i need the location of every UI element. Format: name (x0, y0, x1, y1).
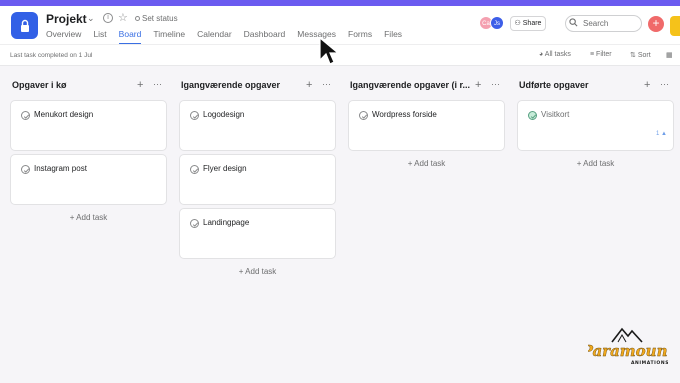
task-card[interactable]: Flyer design (179, 154, 336, 205)
paramount-animations-logo: Paramount ANIMATIONS (588, 327, 668, 366)
project-app-icon[interactable] (11, 12, 38, 39)
add-task-label: Add task (76, 213, 108, 222)
search-input[interactable]: Search (565, 15, 642, 32)
check-circle-icon[interactable] (190, 165, 199, 174)
task-title: Landingpage (203, 218, 250, 227)
like-count[interactable]: 1 ▲ (656, 131, 667, 137)
tab-calendar[interactable]: Calendar (197, 29, 232, 44)
upgrade-button[interactable] (670, 16, 680, 36)
tab-dashboard[interactable]: Dashboard (244, 29, 286, 44)
task-card[interactable]: Visitkort 1 ▲ (517, 100, 674, 151)
filter-button[interactable]: ≡ Filter (590, 51, 612, 58)
column-add-icon[interactable]: + (137, 79, 143, 91)
task-card[interactable]: Wordpress forside (348, 100, 505, 151)
task-title: Flyer design (203, 164, 247, 173)
task-card[interactable]: Landingpage (179, 208, 336, 259)
column-more-icon[interactable]: ··· (322, 79, 331, 89)
mouse-cursor-icon (319, 36, 340, 65)
chevron-down-icon[interactable]: ⌄ (87, 13, 95, 24)
thumbs-up-icon: ▲ (661, 131, 667, 137)
project-title[interactable]: Projekt (46, 12, 87, 26)
column-title[interactable]: Udførte opgaver (519, 80, 589, 90)
column-add-icon[interactable]: + (475, 79, 481, 91)
add-task-button[interactable]: + Add task (179, 267, 336, 276)
task-title: Wordpress forside (372, 110, 437, 119)
tab-overview[interactable]: Overview (46, 29, 81, 44)
column-more-icon[interactable]: ··· (153, 79, 162, 89)
add-task-label: Add task (414, 159, 446, 168)
check-circle-icon[interactable] (190, 219, 199, 228)
create-button[interactable]: + (648, 16, 664, 32)
task-card[interactable]: Menukort design (10, 100, 167, 151)
star-icon[interactable]: ☆ (118, 11, 128, 24)
column-more-icon[interactable]: ··· (660, 79, 669, 89)
status-dot-icon (135, 16, 140, 21)
avatar[interactable]: Js (490, 16, 504, 30)
task-card[interactable]: Instagram post (10, 154, 167, 205)
task-title: Menukort design (34, 110, 94, 119)
column-title[interactable]: Igangværende opgaver (181, 80, 280, 90)
like-count-value: 1 (656, 131, 660, 137)
column-title[interactable]: Igangværende opgaver (i r... (350, 80, 470, 90)
filter-label: Filter (596, 51, 612, 58)
tab-list[interactable]: List (93, 29, 106, 44)
board: Opgaver i kø + ··· Menukort design Insta… (0, 67, 680, 383)
people-icon: ⚇ (514, 20, 521, 27)
share-label: Share (522, 20, 542, 27)
last-task-text: Last task completed on 1 Jul (10, 52, 93, 59)
check-circle-icon[interactable] (21, 111, 30, 120)
set-status-button[interactable]: Set status (135, 14, 178, 23)
sort-icon: ⇅ (630, 52, 636, 59)
tab-board[interactable]: Board (118, 29, 142, 44)
sort-button[interactable]: ⇅ Sort (630, 51, 651, 59)
check-circle-icon[interactable] (359, 111, 368, 120)
add-task-button[interactable]: + Add task (517, 159, 674, 168)
column-more-icon[interactable]: ··· (491, 79, 500, 89)
check-circle-icon[interactable] (21, 165, 30, 174)
task-card[interactable]: Logodesign (179, 100, 336, 151)
info-icon[interactable]: i (103, 13, 113, 23)
svg-text:Paramount: Paramount (588, 342, 668, 360)
check-circle-icon[interactable] (190, 111, 199, 120)
set-status-label: Set status (142, 14, 178, 23)
all-tasks-button[interactable]: ◕ All tasks (539, 51, 571, 58)
lock-icon (20, 19, 29, 32)
tab-files[interactable]: Files (384, 29, 402, 44)
check-circle-icon[interactable] (528, 111, 537, 120)
task-title: Visitkort (541, 110, 570, 119)
sort-label: Sort (637, 52, 651, 59)
add-task-button[interactable]: + Add task (10, 213, 167, 222)
column-title[interactable]: Opgaver i kø (12, 80, 67, 90)
add-task-label: Add task (583, 159, 615, 168)
tab-timeline[interactable]: Timeline (153, 29, 185, 44)
add-task-label: Add task (245, 267, 277, 276)
member-avatars[interactable]: Ca Js (479, 16, 509, 30)
column-add-icon[interactable]: + (306, 79, 312, 91)
group-icon[interactable]: ▦ (666, 51, 673, 59)
column-add-icon[interactable]: + (644, 79, 650, 91)
project-tabs: Overview List Board Timeline Calendar Da… (46, 29, 414, 44)
all-tasks-label: All tasks (544, 51, 571, 58)
task-title: Instagram post (34, 164, 87, 173)
svg-text:ANIMATIONS: ANIMATIONS (631, 360, 668, 366)
task-title: Logodesign (203, 110, 245, 119)
share-button[interactable]: ⚇ Share (510, 16, 546, 31)
filter-icon: ≡ (590, 51, 595, 58)
tab-forms[interactable]: Forms (348, 29, 372, 44)
add-task-button[interactable]: + Add task (348, 159, 505, 168)
